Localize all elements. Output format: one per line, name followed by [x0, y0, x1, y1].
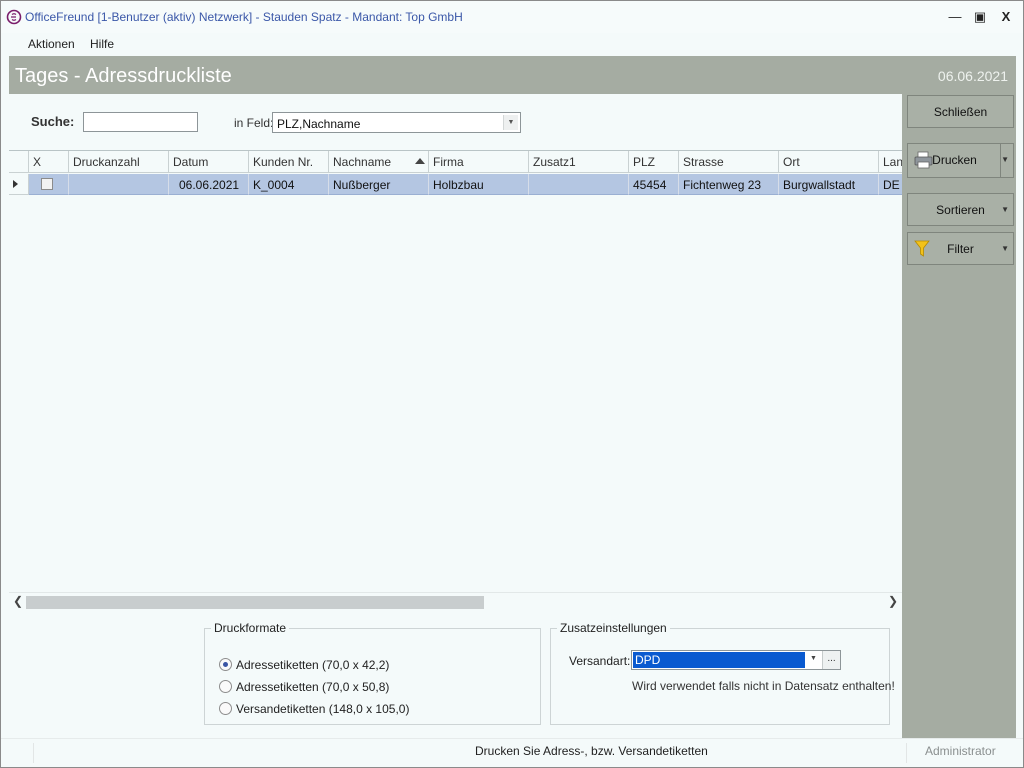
sort-ascending-icon [415, 158, 425, 164]
table-cell-zusatz1[interactable] [529, 174, 629, 195]
print-button[interactable]: Drucken ▼ [907, 143, 1014, 178]
title-bar: OfficeFreund [1-Benutzer (aktiv) Netzwer… [1, 1, 1023, 33]
field-label: in Feld: [234, 116, 274, 130]
col-header-druckanzahl[interactable]: Druckanzahl [69, 151, 169, 173]
col-header-nachname-label: Nachname [333, 155, 392, 169]
app-window: OfficeFreund [1-Benutzer (aktiv) Netzwer… [0, 0, 1024, 768]
status-text: Drucken Sie Adress-, bzw. Versandetikett… [475, 744, 708, 758]
table-cell-druckanzahl[interactable] [69, 174, 169, 195]
close-icon[interactable]: X [995, 7, 1017, 27]
filter-button-label: Filter [947, 242, 974, 256]
druckformate-group: Druckformate Adressetiketten (70,0 x 42,… [204, 621, 541, 725]
menu-aktionen[interactable]: Aktionen [28, 37, 75, 51]
scroll-right-icon[interactable]: ❯ [888, 594, 898, 608]
close-button-label: Schließen [933, 105, 988, 119]
status-divider [906, 743, 907, 763]
sort-button-label: Sortieren [936, 203, 985, 217]
druckformate-title: Druckformate [211, 621, 290, 635]
grid-corner [9, 151, 29, 173]
versandart-browse-button[interactable]: ... [822, 651, 840, 669]
radio-format-2[interactable] [219, 680, 232, 693]
scroll-left-icon[interactable]: ❮ [13, 594, 23, 608]
search-input[interactable] [83, 112, 198, 132]
maximize-icon[interactable]: ▣ [969, 7, 991, 27]
zusatzeinstellungen-group: Zusatzeinstellungen Versandart: DPD ▼ ..… [550, 621, 895, 725]
minimize-icon[interactable]: — [944, 7, 966, 27]
window-title: OfficeFreund [1-Benutzer (aktiv) Netzwer… [25, 10, 463, 24]
filter-button[interactable]: Filter ▼ [907, 232, 1014, 265]
horizontal-scrollbar[interactable]: ❮ ❯ [9, 592, 902, 610]
radio-format-3[interactable] [219, 702, 232, 715]
table-cell-plz[interactable]: 45454 [629, 174, 679, 195]
versandart-note: Wird verwendet falls nicht in Datensatz … [632, 679, 895, 693]
search-label: Suche: [31, 114, 75, 129]
table-cell-x[interactable] [29, 174, 69, 195]
menu-bar: Aktionen Hilfe [1, 33, 1023, 55]
close-button[interactable]: Schließen [907, 95, 1014, 128]
radio-format-2-label[interactable]: Adressetiketten (70,0 x 50,8) [236, 680, 389, 694]
status-divider [33, 743, 34, 763]
status-user: Administrator [925, 744, 996, 758]
radio-format-1[interactable] [219, 658, 232, 671]
print-dropdown-arrow-icon[interactable]: ▼ [1001, 155, 1009, 164]
versandart-label: Versandart: [569, 654, 631, 668]
scrollbar-thumb[interactable] [26, 596, 484, 609]
action-panel: Schließen Drucken ▼ Sortieren ▼ Filter ▼ [902, 94, 1016, 738]
zusatz-title: Zusatzeinstellungen [557, 621, 670, 635]
col-header-nachname[interactable]: Nachname [329, 151, 429, 173]
dropdown-arrow-icon[interactable]: ▼ [810, 655, 817, 662]
table-cell-firma[interactable]: Holbzbau [429, 174, 529, 195]
menu-hilfe[interactable]: Hilfe [90, 37, 114, 51]
table-cell-ort[interactable]: Burgwallstadt [779, 174, 879, 195]
row-checkbox[interactable] [41, 178, 53, 190]
col-header-datum[interactable]: Datum [169, 151, 249, 173]
dropdown-arrow-icon[interactable]: ▼ [503, 115, 518, 130]
table-cell-kunden-nr[interactable]: K_0004 [249, 174, 329, 195]
search-field-select[interactable]: PLZ,Nachname ▼ [272, 112, 521, 133]
row-indicator-icon[interactable] [9, 174, 29, 195]
page-title: Tages - Adressdruckliste [15, 65, 232, 87]
table-cell-strasse[interactable]: Fichtenweg 23 [679, 174, 779, 195]
print-button-label: Drucken [932, 153, 977, 167]
sort-button[interactable]: Sortieren ▼ [907, 193, 1014, 226]
page-header: Tages - Adressdruckliste 06.06.2021 [9, 56, 1016, 94]
radio-format-3-label[interactable]: Versandetiketten (148,0 x 105,0) [236, 702, 409, 716]
status-bar: Drucken Sie Adress-, bzw. Versandetikett… [1, 738, 1023, 767]
col-header-strasse[interactable]: Strasse [679, 151, 779, 173]
col-header-zusatz1[interactable]: Zusatz1 [529, 151, 629, 173]
radio-format-1-label[interactable]: Adressetiketten (70,0 x 42,2) [236, 658, 389, 672]
col-header-x[interactable]: X [29, 151, 69, 173]
col-header-ort[interactable]: Ort [779, 151, 879, 173]
table-cell-land[interactable]: DE [879, 174, 902, 195]
table-cell-datum[interactable]: 06.06.2021 [169, 174, 249, 195]
versandart-select[interactable]: DPD ▼ ... [631, 650, 841, 670]
col-header-plz[interactable]: PLZ [629, 151, 679, 173]
table-cell-nachname[interactable]: Nußberger [329, 174, 429, 195]
address-grid: X Druckanzahl Datum Kunden Nr. Nachname … [9, 150, 902, 611]
versandart-value: DPD [633, 652, 805, 668]
sort-dropdown-arrow-icon[interactable]: ▼ [1001, 205, 1009, 214]
filter-dropdown-arrow-icon[interactable]: ▼ [1001, 244, 1009, 253]
officefreund-logo-icon [6, 9, 22, 25]
header-date: 06.06.2021 [937, 68, 1008, 84]
col-header-kunden-nr[interactable]: Kunden Nr. [249, 151, 329, 173]
search-field-value: PLZ,Nachname [277, 117, 361, 131]
col-header-firma[interactable]: Firma [429, 151, 529, 173]
col-header-land[interactable]: Lan [879, 151, 902, 173]
